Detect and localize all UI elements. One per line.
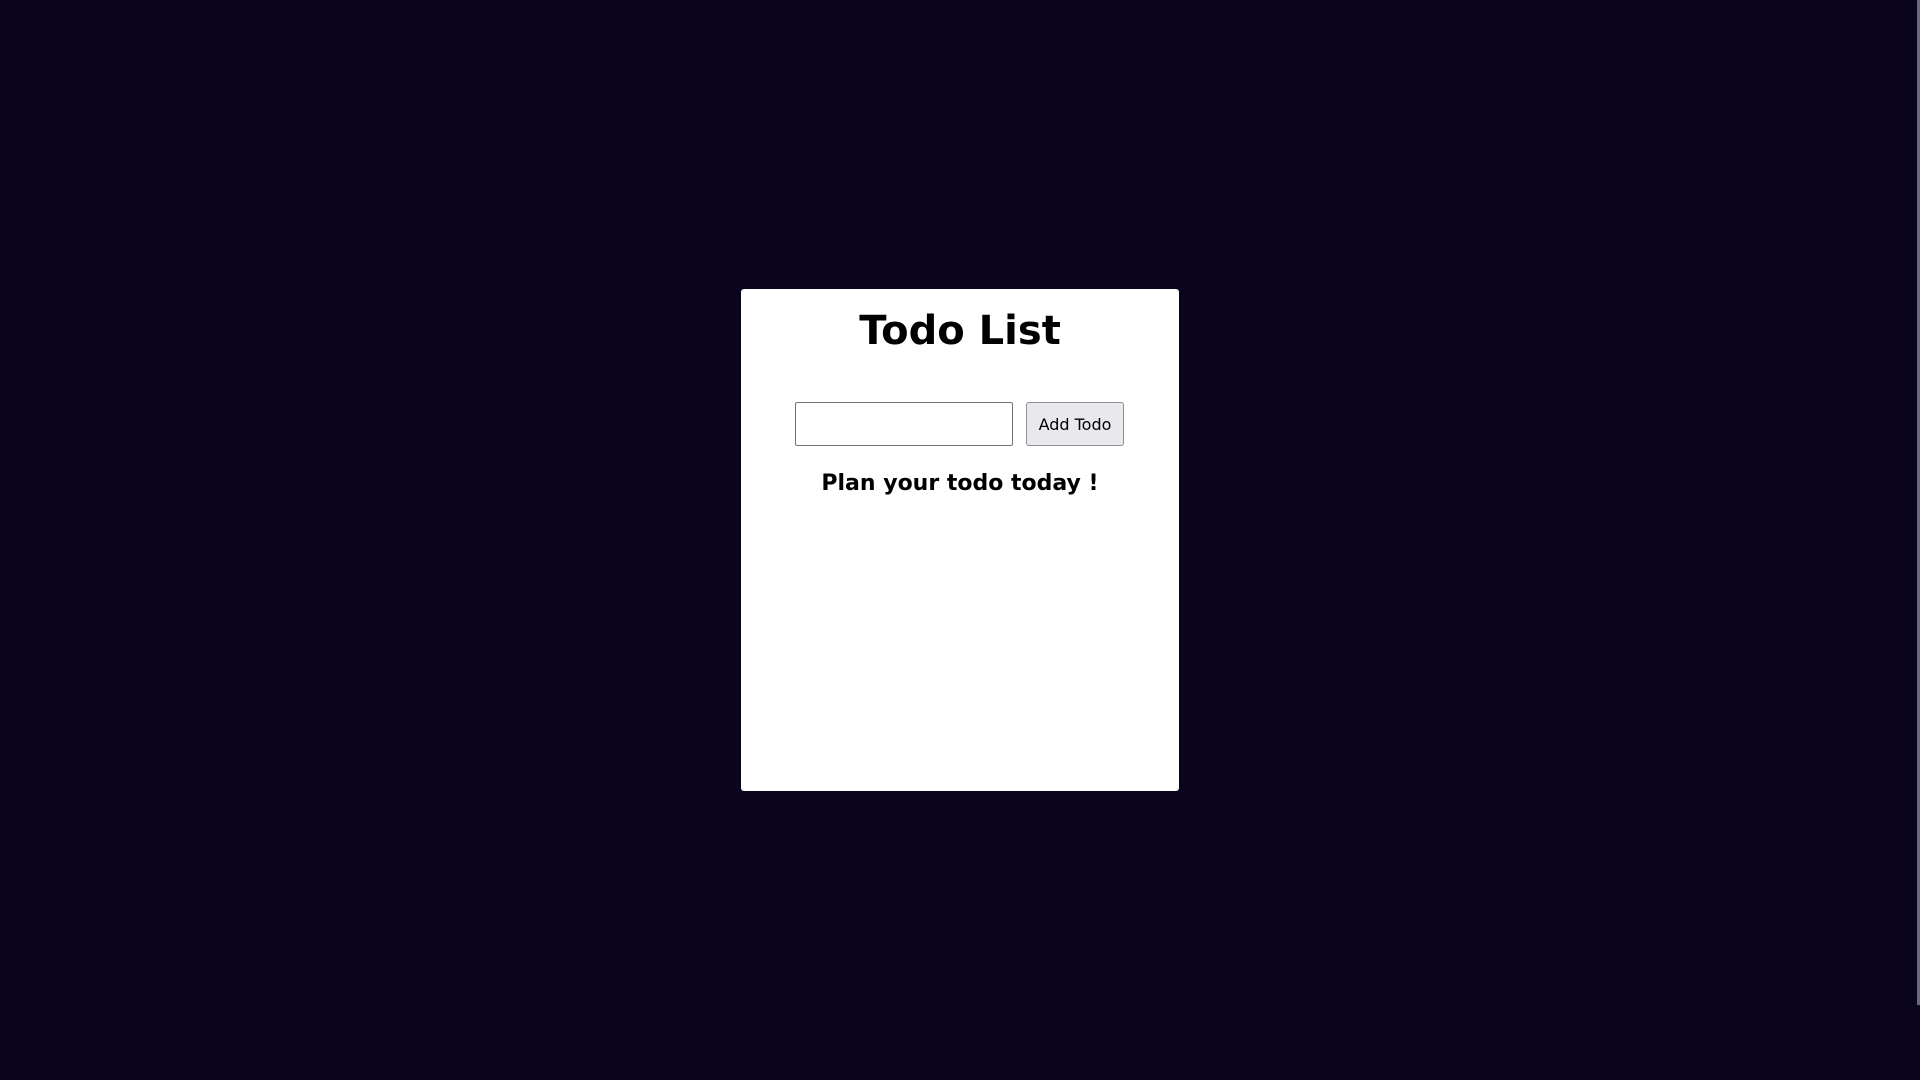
add-todo-form: Add Todo xyxy=(795,402,1124,446)
todo-input[interactable] xyxy=(795,402,1013,446)
page: Todo List Add Todo Plan your todo today … xyxy=(0,0,1920,1080)
empty-state-message: Plan your todo today ! xyxy=(821,471,1099,496)
page-title: Todo List xyxy=(859,308,1061,354)
add-todo-button[interactable]: Add Todo xyxy=(1026,402,1124,446)
todo-card: Todo List Add Todo Plan your todo today … xyxy=(741,289,1179,791)
